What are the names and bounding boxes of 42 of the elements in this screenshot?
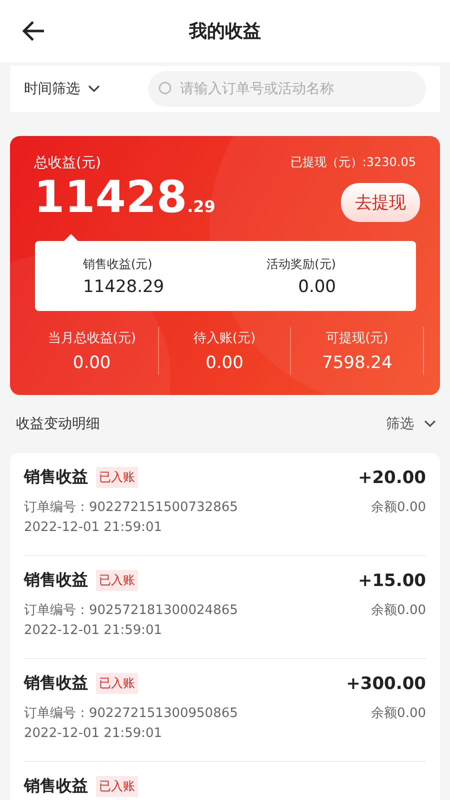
- order-number: 订单编号：902272151300950865: [24, 705, 238, 722]
- back-icon[interactable]: [22, 20, 46, 42]
- stat-value: 0.00: [72, 353, 111, 373]
- breakdown-label: 活动奖励(元): [266, 256, 336, 272]
- transaction-time: 2022-12-01 21:59:01: [24, 623, 164, 638]
- transaction-time: 2022-12-01 21:59:01: [24, 726, 164, 741]
- status-tag: 已入账: [96, 467, 138, 488]
- status-tag: 已入账: [96, 673, 138, 694]
- section-title: 收益变动明细: [16, 415, 100, 433]
- status-tag: 已入账: [96, 570, 138, 591]
- transaction-amount: +300.00: [346, 674, 426, 694]
- stat-value: 0.00: [206, 353, 244, 373]
- stat-label: 当月总收益(元): [48, 330, 136, 347]
- balance: 余额0.00: [371, 602, 426, 619]
- chevron-down-icon: [88, 85, 100, 93]
- stat-value: 7598.24: [322, 353, 392, 373]
- search-field[interactable]: 请输入订单号或活动名称: [148, 71, 426, 107]
- transaction-title: 销售收益: [24, 673, 88, 694]
- transaction-amount: +15.00: [358, 570, 426, 590]
- transaction-title: 销售收益: [24, 776, 88, 797]
- time-filter-dropdown[interactable]: 时间筛选: [24, 80, 100, 98]
- withdrawn-amount: 已提现（元）:3230.05: [290, 154, 416, 171]
- balance: 余额0.00: [371, 705, 426, 722]
- page-title: 我的收益: [189, 20, 261, 43]
- filter-dropdown[interactable]: 筛选: [386, 415, 436, 433]
- transaction-title: 销售收益: [24, 467, 88, 488]
- breakdown-label: 销售收益(元): [83, 256, 154, 272]
- chevron-down-icon: [424, 420, 436, 428]
- stat-label: 待入账(元): [193, 330, 256, 347]
- transaction-amount: +20.00: [358, 468, 426, 488]
- stat-label: 可提现(元): [326, 330, 388, 347]
- order-number: 订单编号：902272151500732865: [24, 499, 238, 516]
- withdraw-button[interactable]: 去提现: [341, 183, 420, 222]
- total-amount: 11428.29: [34, 174, 216, 225]
- balance: 余额0.00: [371, 499, 426, 516]
- status-tag: 已入账: [96, 776, 138, 797]
- breakdown-value: 11428.29: [83, 276, 166, 296]
- transaction-time: 2022-12-01 21:59:01: [24, 520, 164, 535]
- transaction-title: 销售收益: [24, 570, 88, 591]
- breakdown-value: 0.00: [298, 276, 336, 296]
- total-label: 总收益(元): [34, 154, 101, 172]
- order-number: 订单编号：902572181300024865: [24, 602, 238, 619]
